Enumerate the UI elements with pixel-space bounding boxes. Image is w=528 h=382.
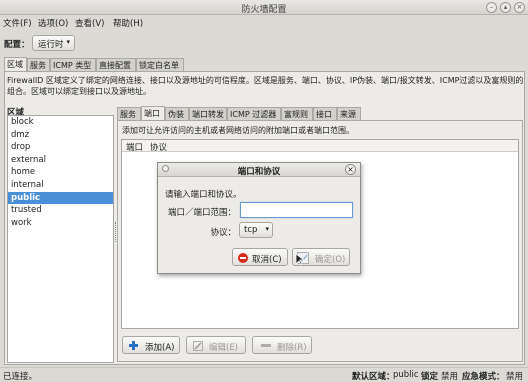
subtab-port-forwarding[interactable]: 端口转发 [189, 107, 227, 120]
dialog-titlebar: 端口和协议 × [158, 163, 360, 177]
zone-item-external[interactable]: external [8, 154, 113, 167]
title-bar: 防火墙配置 – ▴ × [0, 0, 528, 15]
tab-lockdown-whitelist[interactable]: 锁定白名单 [136, 58, 184, 71]
menu-file[interactable]: 文件(F) [3, 17, 32, 29]
port-range-label: 端口／端口范围： [167, 208, 236, 218]
menu-options[interactable]: 选项(O) [38, 17, 68, 29]
col-protocol[interactable]: 协议 [150, 141, 167, 153]
config-value: 运行时 [38, 40, 64, 50]
plus-icon [129, 341, 138, 350]
port-range-input[interactable] [240, 202, 353, 218]
subtab-sources[interactable]: 来源 [337, 107, 361, 120]
lockdown-value: 禁用 [441, 372, 459, 382]
menu-view[interactable]: 查看(V) [75, 17, 104, 29]
tab-services[interactable]: 服务 [27, 58, 50, 71]
default-zone-label: 默认区域： [352, 372, 395, 382]
remove-button[interactable]: 删除(R) [252, 336, 312, 354]
minimize-icon[interactable]: – [486, 2, 497, 13]
subtab-services[interactable]: 服务 [117, 107, 141, 120]
protocol-value: tcp [244, 225, 258, 235]
zone-item-block[interactable]: block [8, 116, 113, 129]
zone-item-public[interactable]: public [8, 191, 113, 205]
tab-direct-config[interactable]: 直接配置 [96, 58, 136, 71]
dialog-close-icon[interactable]: × [345, 164, 356, 175]
ok-label: 确定(O) [315, 255, 346, 265]
subtab-icmp-filter[interactable]: ICMP 过滤器 [227, 107, 281, 120]
ports-hint: 添加可让允许访问的主机或者网络访问的附加端口或者端口范围。 [122, 126, 354, 135]
edit-button[interactable]: 编辑(E) [186, 336, 246, 354]
status-bar: 已连接。 默认区域： public 锁定 禁用 应急模式： 禁用 [0, 367, 528, 382]
description-line-1: FirewallD 区域定义了绑定的网络连接、接口以及源地址的可信程度。区域是服… [7, 76, 523, 85]
window-title: 防火墙配置 [241, 5, 287, 15]
zone-description: FirewallD 区域定义了绑定的网络连接、接口以及源地址的可信程度。区域是服… [7, 75, 523, 97]
minus-icon [261, 344, 271, 347]
default-zone-value: public [393, 370, 419, 380]
ports-table-header: 端口 协议 [122, 140, 518, 153]
cancel-icon [238, 253, 248, 263]
mouse-pointer-icon [296, 254, 304, 266]
zone-item-work[interactable]: work [8, 217, 113, 230]
tab-zones[interactable]: 区域 [4, 57, 27, 71]
subtab-interfaces[interactable]: 接口 [313, 107, 337, 120]
zone-item-dmz[interactable]: dmz [8, 129, 113, 142]
panic-mode-label: 应急模式： [462, 372, 505, 382]
edit-label: 编辑(E) [209, 343, 239, 353]
dialog-prompt: 请输入端口和协议。 [165, 190, 242, 200]
cancel-label: 取消(C) [252, 255, 282, 265]
add-label: 添加(A) [145, 343, 175, 353]
lockdown-label: 锁定 [421, 372, 439, 382]
config-select[interactable]: 运行时 ▾ [32, 35, 75, 51]
cancel-button[interactable]: 取消(C) [232, 248, 288, 266]
connection-status: 已连接。 [3, 372, 38, 382]
zone-item-internal[interactable]: internal [8, 179, 113, 192]
subtab-rich-rules[interactable]: 富规则 [281, 107, 313, 120]
subtab-ports[interactable]: 端口 [141, 106, 165, 120]
chevron-down-icon: ▾ [66, 38, 70, 46]
zones-list[interactable]: block dmz drop external home internal pu… [7, 115, 114, 363]
menu-bar: 文件(F) 选项(O) 查看(V) 帮助(H) [0, 15, 528, 30]
chevron-down-icon: ▾ [265, 225, 269, 233]
zone-item-trusted[interactable]: trusted [8, 204, 113, 217]
tab-icmp-types[interactable]: ICMP 类型 [50, 58, 96, 71]
subtab-masquerade[interactable]: 伪装 [165, 107, 189, 120]
zone-item-home[interactable]: home [8, 166, 113, 179]
config-row: 配置： 运行时 ▾ [0, 32, 528, 54]
protocol-select[interactable]: tcp ▾ [239, 222, 273, 238]
zone-item-drop[interactable]: drop [8, 141, 113, 154]
maximize-icon[interactable]: ▴ [500, 2, 511, 13]
description-line-2: 组合。区域可以绑定到接口以及源地址。 [7, 87, 151, 96]
port-protocol-dialog: 端口和协议 × 请输入端口和协议。 端口／端口范围： 协议： tcp ▾ 取消(… [157, 162, 361, 274]
remove-label: 删除(R) [277, 343, 307, 353]
protocol-label: 协议： [210, 228, 236, 238]
config-label: 配置： [4, 40, 30, 50]
close-icon[interactable]: × [514, 2, 525, 13]
col-port[interactable]: 端口 [126, 141, 143, 153]
menu-help[interactable]: 帮助(H) [113, 17, 143, 29]
dialog-title: 端口和协议 [237, 167, 281, 177]
add-button[interactable]: 添加(A) [122, 336, 180, 354]
edit-icon [193, 341, 203, 351]
panic-mode-value: 禁用 [506, 372, 524, 382]
